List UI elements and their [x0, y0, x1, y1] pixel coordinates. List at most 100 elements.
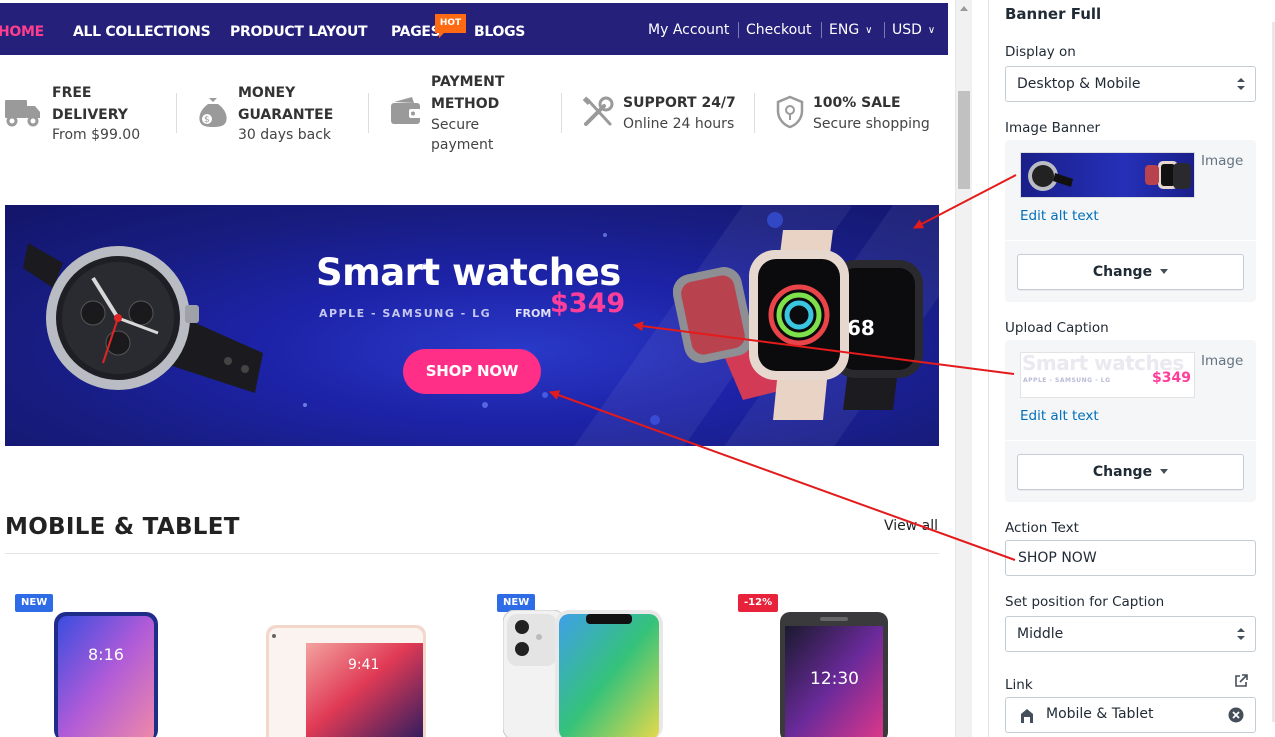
feature-subtitle: From $99.00 [52, 127, 141, 143]
money-bag-icon: $ [199, 98, 227, 127]
edit-alt-text-link[interactable]: Edit alt text [1020, 408, 1099, 424]
shield-icon [776, 95, 804, 129]
banner-from-label: FROM [515, 307, 552, 320]
truck-icon [5, 100, 40, 127]
change-label: Change [1092, 264, 1153, 280]
image-banner-card: Image Edit alt text Change [1005, 140, 1256, 302]
nav-all-collections[interactable]: ALL COLLECTIONS [73, 24, 211, 40]
product-phone-lg-image[interactable]: 12:30 [780, 612, 888, 737]
collection-tag-icon [1021, 709, 1033, 723]
feature-subtitle: Online 24 hours [623, 116, 735, 132]
nav-blogs[interactable]: BLOGS [474, 24, 525, 40]
currency-value: USD [892, 22, 922, 38]
feature-subtitle: payment [431, 137, 494, 153]
new-badge: NEW [15, 594, 54, 612]
edit-alt-text-link[interactable]: Edit alt text [1020, 208, 1099, 224]
clear-link-icon[interactable] [1228, 707, 1244, 723]
feature-title: GUARANTEE [238, 107, 334, 123]
feature-title: FREE [52, 85, 92, 101]
panel-title: Banner Full [1005, 5, 1102, 23]
action-text-label: Action Text [1005, 520, 1079, 536]
svg-text:68: 68 [847, 316, 875, 340]
feature-title: PAYMENT [431, 74, 505, 90]
watch-thumbnail-graphic [1028, 161, 1191, 191]
discount-badge: -12% [738, 594, 779, 612]
banner-brands: APPLE - SAMSUNG - LG [319, 307, 492, 320]
caption-thumb-brands: APPLE - SAMSUNG - LG [1023, 377, 1111, 384]
analog-watch-image [23, 243, 263, 393]
feature-subtitle: Secure [431, 117, 480, 133]
checkout-link[interactable]: Checkout [746, 22, 812, 38]
select-updown-icon [1237, 78, 1245, 90]
change-caption-button[interactable]: Change [1017, 454, 1244, 490]
nav-separator [821, 22, 822, 38]
product-phone-xiaomi-image[interactable]: 8:16 [54, 612, 158, 737]
display-on-label: Display on [1005, 44, 1076, 60]
caret-down-icon [1160, 269, 1169, 274]
feature-divider [176, 93, 177, 133]
feature-divider [561, 93, 562, 133]
upload-caption-label: Upload Caption [1005, 320, 1109, 336]
link-field[interactable]: Mobile & Tablet [1005, 697, 1256, 733]
nav-pages[interactable]: PAGES [391, 24, 441, 40]
action-text-input[interactable]: SHOP NOW [1005, 540, 1256, 576]
feature-title: 100% SALE [813, 95, 901, 111]
caption-position-label: Set position for Caption [1005, 594, 1165, 610]
upload-caption-card: Smart watches APPLE - SAMSUNG - LG $349 … [1005, 340, 1256, 502]
link-value: Mobile & Tablet [1046, 706, 1154, 722]
view-all-link[interactable]: View all [884, 518, 938, 534]
store-preview: HOME ALL COLLECTIONS PRODUCT LAYOUT PAGE… [0, 0, 955, 737]
feature-subtitle: Secure shopping [813, 116, 930, 132]
external-link-icon[interactable] [1234, 674, 1248, 688]
nav-separator [884, 22, 885, 38]
tools-icon [582, 96, 614, 126]
preview-scrollbar[interactable] [955, 0, 972, 737]
scroll-up-arrow-icon[interactable] [960, 6, 968, 11]
my-account-link[interactable]: My Account [648, 22, 729, 38]
nav-home[interactable]: HOME [0, 24, 44, 40]
image-banner-label: Image Banner [1005, 120, 1101, 136]
feature-title: METHOD [431, 96, 500, 112]
main-navbar: HOME ALL COLLECTIONS PRODUCT LAYOUT PAGE… [0, 3, 948, 55]
feature-subtitle: 30 days back [238, 127, 332, 143]
image-type-label: Image [1201, 353, 1244, 369]
smart-watch-banner[interactable]: Smart watches APPLE - SAMSUNG - LG FROM … [5, 205, 939, 446]
display-on-value: Desktop & Mobile [1017, 76, 1141, 92]
display-on-select[interactable]: Desktop & Mobile [1005, 66, 1256, 102]
svg-text:$: $ [204, 115, 210, 125]
settings-panel: Banner Full Display on Desktop & Mobile … [988, 0, 1275, 737]
product-screen-time: 8:16 [88, 645, 124, 664]
chevron-down-icon: ∨ [927, 25, 936, 36]
language-selector[interactable]: ENG ∨ [829, 22, 873, 38]
section-title: MOBILE & TABLET [5, 514, 240, 540]
caption-thumb-price: $349 [1152, 370, 1191, 386]
caption-position-select[interactable]: Middle [1005, 616, 1256, 652]
image-banner-thumbnail[interactable] [1020, 152, 1195, 198]
change-label: Change [1092, 464, 1153, 480]
card-divider [1005, 440, 1256, 441]
shop-now-button[interactable]: SHOP NOW [403, 349, 541, 394]
feature-divider [754, 93, 755, 133]
currency-selector[interactable]: USD ∨ [892, 22, 935, 38]
hot-badge: HOT [435, 14, 466, 38]
caret-down-icon [1160, 469, 1169, 474]
card-divider [1005, 240, 1256, 241]
scroll-thumb[interactable] [958, 91, 970, 189]
action-text-value: SHOP NOW [1018, 550, 1097, 566]
product-screen-time: 9:41 [348, 657, 379, 673]
language-value: ENG [829, 22, 860, 38]
image-type-label: Image [1201, 153, 1244, 169]
product-screen-time: 12:30 [810, 669, 859, 689]
wallet-icon [391, 97, 421, 124]
feature-title: MONEY [238, 85, 296, 101]
product-iphone-11-image[interactable] [503, 610, 663, 737]
caption-thumbnail[interactable]: Smart watches APPLE - SAMSUNG - LG $349 [1020, 352, 1195, 398]
product-ipad-image[interactable]: 9:41 [266, 625, 426, 737]
change-image-banner-button[interactable]: Change [1017, 254, 1244, 290]
smart-watches-image: 68 [673, 230, 923, 420]
link-label: Link [1005, 677, 1033, 693]
section-divider [5, 553, 939, 554]
nav-separator [738, 22, 739, 38]
nav-product-layout[interactable]: PRODUCT LAYOUT [230, 24, 368, 40]
select-updown-icon [1237, 628, 1245, 640]
